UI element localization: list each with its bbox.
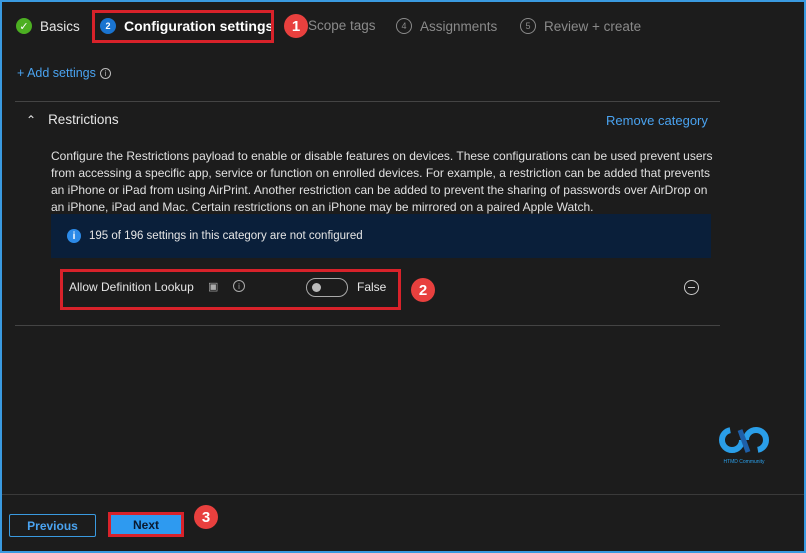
add-settings-link[interactable]: + Add settings i <box>17 66 111 80</box>
info-icon: i <box>99 67 111 79</box>
highlight-box <box>60 269 401 310</box>
remove-setting-icon[interactable] <box>684 280 699 295</box>
highlight-box <box>92 10 274 43</box>
annotation-1: 1 <box>284 14 308 38</box>
category-title: Restrictions <box>48 112 119 127</box>
info-icon: i <box>67 229 81 243</box>
divider <box>2 494 804 495</box>
chevron-up-icon: ⌃ <box>26 112 37 127</box>
category-header[interactable]: ⌃ Restrictions <box>26 112 119 127</box>
step-basics[interactable]: ✓ Basics <box>16 18 80 34</box>
step-label: Review + create <box>544 18 642 34</box>
step-number: 5 <box>520 18 536 34</box>
step-label: Assignments <box>420 18 498 34</box>
step-label: Basics <box>40 18 80 34</box>
step-scope-tags[interactable]: Scope tags <box>308 18 376 33</box>
step-number: 4 <box>396 18 412 34</box>
annotation-3: 3 <box>194 505 218 529</box>
info-text: 195 of 196 settings in this category are… <box>89 230 363 242</box>
add-settings-label: + Add settings <box>17 66 96 80</box>
step-assignments[interactable]: 4 Assignments <box>396 18 497 34</box>
step-label: Scope tags <box>308 18 376 33</box>
annotation-2: 2 <box>411 278 435 302</box>
info-banner: i 195 of 196 settings in this category ar… <box>51 214 711 258</box>
category-description: Configure the Restrictions payload to en… <box>51 149 713 214</box>
step-review-create[interactable]: 5 Review + create <box>520 18 641 34</box>
previous-button[interactable]: Previous <box>9 514 96 537</box>
check-icon: ✓ <box>16 18 32 34</box>
htmd-logo: HTMD Community <box>714 426 774 465</box>
next-button[interactable]: Next <box>108 512 184 537</box>
logo-text: HTMD Community <box>723 459 765 465</box>
divider <box>15 101 720 102</box>
remove-category-link[interactable]: Remove category <box>606 113 708 128</box>
divider <box>15 325 720 326</box>
window: ✓ Basics 2 Configuration settings 1 Scope … <box>2 2 804 551</box>
